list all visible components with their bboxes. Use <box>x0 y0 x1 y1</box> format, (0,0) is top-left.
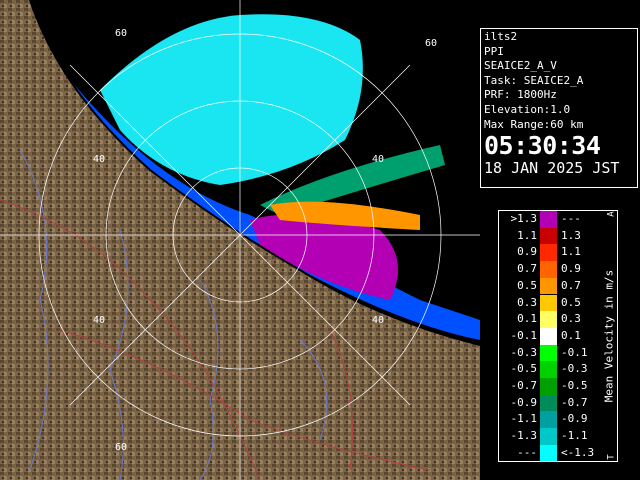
legend-swatch <box>540 244 557 262</box>
legend-swatch <box>540 411 557 429</box>
scan-time: 05:30:34 <box>484 131 601 161</box>
legend-lower-bound: 0.7 <box>517 262 537 276</box>
legend-row: 1.1 1.3 <box>499 227 599 245</box>
legend-upper-bound: 0.1 <box>561 328 581 342</box>
info-panel: ilts2 PPI SEAICE2_A_V Task: SEAICE2_A PR… <box>480 28 638 188</box>
range-label: 60 <box>115 28 127 39</box>
legend-upper-bound: 0.5 <box>561 295 581 309</box>
legend-row: -1.3 -1.1 <box>499 428 599 445</box>
legend-lower-bound: 0.5 <box>517 278 537 292</box>
legend-row: >1.3 --- <box>499 211 599 228</box>
legend-lower-bound: -0.7 <box>510 379 538 392</box>
range-label: 40 <box>93 315 105 326</box>
legend-lower-bound: 0.3 <box>517 295 537 309</box>
legend-lower-bound: -1.3 <box>510 429 538 443</box>
scan-date: 18 JAN 2025 JST <box>484 159 620 178</box>
legend-upper-bound: -0.7 <box>561 395 588 409</box>
legend-swatch <box>540 444 557 462</box>
legend-upper-bound: 1.3 <box>561 228 581 242</box>
legend-swatch <box>540 344 557 362</box>
legend-upper-bound: <-1.3 <box>561 445 595 459</box>
radar-ppi-display: 60 60 40 40 40 40 60 <box>0 0 480 480</box>
site-name: ilts2 <box>484 30 518 43</box>
legend-bottom-mark: T <box>606 454 617 460</box>
legend-row: --- <-1.3 <box>499 444 599 462</box>
range-label: 40 <box>372 315 384 326</box>
legend-row: 0.9 1.1 <box>499 244 599 262</box>
legend-swatch <box>540 261 557 278</box>
legend-upper-bound: 0.3 <box>561 312 581 326</box>
legend-row: 0.5 0.7 <box>499 277 599 295</box>
range-label: 60 <box>115 442 127 453</box>
legend-upper-bound: -1.1 <box>561 429 588 443</box>
legend-swatch <box>540 227 557 245</box>
legend-row: -0.7 -0.5 <box>499 378 599 395</box>
range-label: 40 <box>372 154 384 165</box>
legend-upper-bound: -0.9 <box>561 412 588 426</box>
legend-row: 0.3 0.5 <box>499 294 599 312</box>
legend-row: -0.1 0.1 <box>499 327 599 345</box>
legend-row: -0.3 -0.1 <box>499 344 599 362</box>
legend-lower-bound: -0.1 <box>510 328 538 342</box>
legend-swatch <box>540 394 557 412</box>
legend-lower-bound: -0.5 <box>510 362 538 376</box>
task-name: Task: SEAICE2_A <box>484 73 584 87</box>
legend-lower-bound: 1.1 <box>517 228 537 242</box>
legend-title: Mean Velocity in m/s <box>602 269 616 403</box>
dataset-name: SEAICE2_A_V <box>484 59 557 73</box>
legend-upper-bound: 0.7 <box>561 278 581 292</box>
legend-swatch <box>540 428 557 445</box>
prf-value: PRF: 1800Hz <box>484 88 557 102</box>
legend-row: 0.7 0.9 <box>499 261 599 278</box>
legend-swatch <box>540 327 557 345</box>
legend-row: -0.5 -0.3 <box>499 361 599 378</box>
legend-lower-bound: >1.3 <box>510 212 538 225</box>
velocity-legend: >1.3 --- 1.1 1.3 0.9 1.1 0.7 0.9 0.5 0.7 0.3 0.5 0.1… <box>498 210 618 462</box>
legend-row: 0.1 0.3 <box>499 311 599 328</box>
legend-upper-bound: -0.1 <box>561 345 588 359</box>
legend-lower-bound: -0.9 <box>510 395 538 409</box>
legend-upper-bound: -0.5 <box>561 379 588 392</box>
elevation-value: Elevation:1.0 <box>484 102 571 116</box>
legend-swatch <box>540 311 557 328</box>
legend-row: -1.1 -0.9 <box>499 411 599 429</box>
legend-row: -0.9 -0.7 <box>499 394 599 412</box>
legend-lower-bound: -1.1 <box>510 412 538 426</box>
range-label: 40 <box>93 154 105 165</box>
legend-upper-bound: --- <box>561 212 581 225</box>
legend-lower-bound: 0.1 <box>517 312 537 326</box>
legend-swatch <box>540 294 557 312</box>
legend-upper-bound: -0.3 <box>561 362 588 376</box>
legend-title-container: Mean Velocity in m/s <box>599 211 619 461</box>
legend-swatch <box>540 211 557 228</box>
legend-upper-bound: 1.1 <box>561 245 581 259</box>
legend-swatch <box>540 277 557 295</box>
legend-upper-bound: 0.9 <box>561 262 581 276</box>
range-label: 60 <box>425 38 437 49</box>
product-type: PPI <box>484 44 504 58</box>
legend-lower-bound: 0.9 <box>517 245 537 259</box>
legend-swatch <box>540 378 557 395</box>
max-range-value: Max Range:60 km <box>484 117 584 131</box>
legend-lower-bound: -0.3 <box>510 345 538 359</box>
legend-swatch <box>540 361 557 378</box>
legend-lower-bound: --- <box>517 445 537 459</box>
